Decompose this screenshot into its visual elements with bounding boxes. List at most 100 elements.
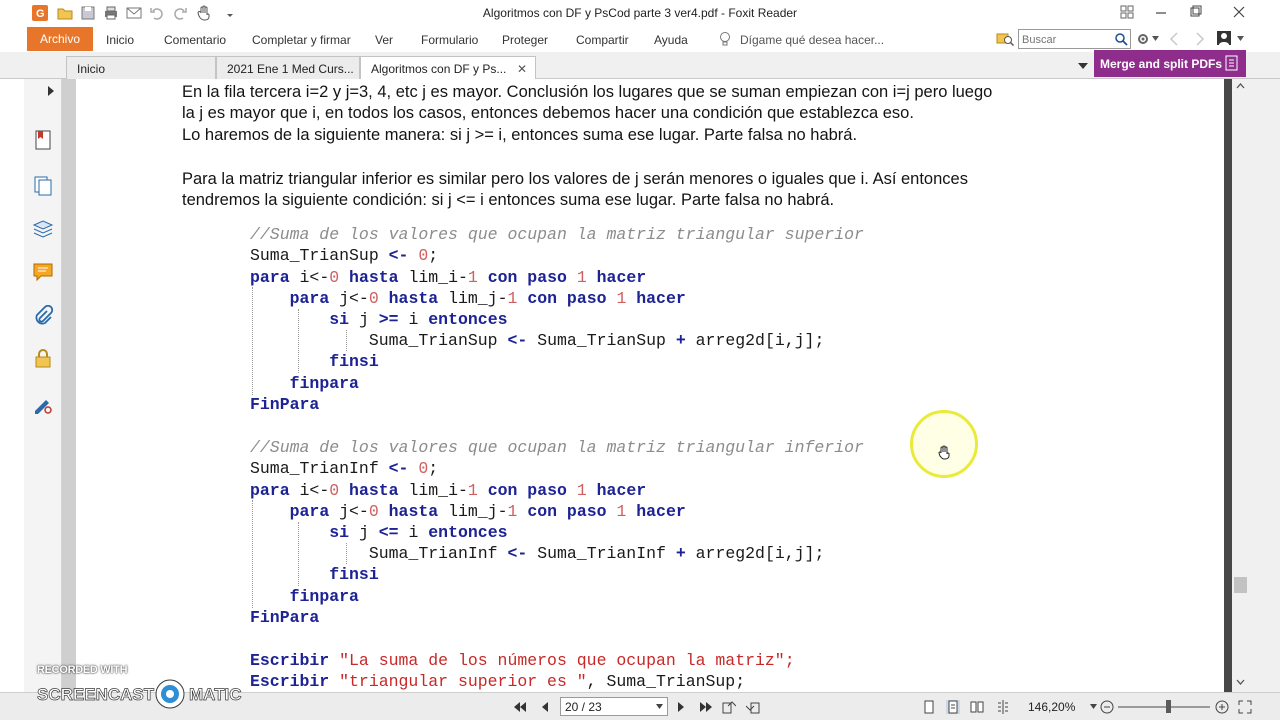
expand-panel-icon[interactable]: [47, 86, 55, 96]
pdf-page[interactable]: En la fila tercera i=2 y j=3, 4, etc j e…: [76, 79, 1224, 692]
search-settings-icon[interactable]: [1136, 32, 1150, 46]
search-next-icon[interactable]: [1194, 32, 1206, 46]
ribbon-options-icon[interactable]: [1114, 2, 1140, 22]
open-folder-icon[interactable]: [57, 5, 73, 21]
zoom-in-icon[interactable]: [1215, 700, 1229, 714]
right-panel-strip: [1249, 79, 1280, 692]
close-tab-icon[interactable]: ✕: [517, 62, 527, 76]
code-num: 0: [329, 268, 340, 287]
maximize-button[interactable]: [1182, 2, 1208, 22]
tabs-list-dropdown-icon[interactable]: [1077, 61, 1089, 71]
indent-guide: [298, 522, 299, 586]
close-button[interactable]: [1226, 2, 1252, 22]
zoom-slider-thumb[interactable]: [1166, 700, 1171, 713]
foxit-reader-window: G Algoritmos con DF y PsCod parte 3 ver4…: [0, 0, 1280, 720]
code-kw: con paso: [527, 289, 607, 308]
signature-icon[interactable]: [32, 393, 54, 415]
doc-tab-curso[interactable]: 2021 Ene 1 Med Curs...: [216, 56, 360, 79]
search-previous-icon[interactable]: [1168, 32, 1180, 46]
page-gutter: [62, 79, 76, 692]
search-box[interactable]: [1018, 29, 1131, 49]
security-lock-icon[interactable]: [32, 347, 54, 369]
layers-icon[interactable]: [32, 217, 54, 239]
code-kw: finsi: [329, 352, 379, 371]
tab-comentario[interactable]: Comentario: [164, 33, 226, 47]
redo-icon[interactable]: [172, 5, 188, 21]
doc-tab-label: Inicio: [77, 62, 106, 76]
doc-tab-algoritmos[interactable]: Algoritmos con DF y Ps... ✕: [360, 56, 536, 80]
code-kw: para: [250, 268, 290, 287]
zoom-dropdown-icon[interactable]: [1090, 704, 1097, 709]
code-text: i: [408, 523, 419, 542]
merge-and-split-button[interactable]: Merge and split PDFs: [1094, 50, 1246, 77]
code-line: finsi: [250, 564, 379, 585]
tab-proteger[interactable]: Proteger: [502, 33, 548, 47]
code-num: 1: [507, 502, 518, 521]
last-page-icon[interactable]: [698, 700, 712, 714]
tab-inicio[interactable]: Inicio: [106, 33, 134, 47]
code-kw: entonces: [428, 523, 508, 542]
user-dropdown-icon[interactable]: [1237, 36, 1244, 41]
code-line: si j <= i entonces: [250, 522, 508, 543]
search-dropdown-icon[interactable]: [1152, 36, 1159, 41]
find-tool-icon[interactable]: [996, 31, 1014, 47]
previous-view-icon[interactable]: [722, 700, 737, 714]
single-page-view-icon[interactable]: [922, 700, 936, 714]
search-input[interactable]: [1022, 32, 1114, 47]
code-kw: entonces: [428, 310, 508, 329]
page-thumbnails-icon[interactable]: [32, 175, 54, 197]
minimize-button[interactable]: [1148, 2, 1174, 22]
save-icon[interactable]: [80, 5, 96, 21]
tab-completar-y-firmar[interactable]: Completar y firmar: [252, 33, 351, 47]
code-comment-superior: //Suma de los valores que ocupan la matr…: [250, 224, 864, 245]
next-view-icon[interactable]: [745, 700, 760, 714]
scroll-up-icon[interactable]: [1236, 82, 1245, 89]
page-number-field[interactable]: 20 / 23: [560, 697, 668, 716]
scrollbar-thumb[interactable]: [1234, 577, 1247, 593]
next-page-icon[interactable]: [674, 700, 688, 714]
code-kw: >=: [378, 310, 399, 329]
user-account-icon[interactable]: [1216, 30, 1232, 46]
tab-ayuda[interactable]: Ayuda: [654, 33, 688, 47]
previous-page-icon[interactable]: [538, 700, 552, 714]
zoom-slider[interactable]: [1118, 706, 1210, 708]
tell-me-field[interactable]: Dígame qué desea hacer...: [740, 33, 884, 47]
continuous-page-view-icon[interactable]: [946, 700, 960, 714]
code-line: finsi: [250, 351, 379, 372]
hand-tool-icon[interactable]: [196, 5, 212, 21]
doc-tab-inicio[interactable]: Inicio: [66, 56, 216, 79]
vertical-scrollbar[interactable]: [1232, 79, 1249, 692]
tab-ver[interactable]: Ver: [375, 33, 393, 47]
bookmark-icon[interactable]: [32, 129, 54, 151]
fullscreen-icon[interactable]: [1238, 700, 1252, 714]
print-icon[interactable]: [103, 5, 119, 21]
page-dropdown-icon[interactable]: [656, 704, 663, 709]
facing-pages-view-icon[interactable]: [970, 700, 984, 714]
code-num: 0: [368, 502, 379, 521]
code-comment: //Suma de los valores que ocupan la matr…: [250, 438, 864, 457]
undo-icon[interactable]: [149, 5, 165, 21]
watermark-brand-left: SCREENCAST: [37, 685, 155, 704]
tab-compartir[interactable]: Compartir: [576, 33, 629, 47]
first-page-icon[interactable]: [514, 700, 528, 714]
code-kw: FinPara: [250, 608, 320, 627]
search-icon[interactable]: [1114, 32, 1128, 46]
code-text: lim_i-: [408, 268, 468, 287]
code-kw: con paso: [487, 268, 567, 287]
zoom-out-icon[interactable]: [1100, 700, 1114, 714]
ribbon-tabs: Archivo Inicio Comentario Completar y fi…: [0, 26, 1280, 52]
quick-access-dropdown-icon[interactable]: [222, 5, 233, 21]
scroll-down-icon[interactable]: [1236, 679, 1245, 686]
foxit-logo-icon[interactable]: G: [32, 5, 48, 21]
continuous-facing-view-icon[interactable]: [996, 700, 1010, 714]
code-text: lim_i-: [408, 481, 468, 500]
code-kw: <-: [507, 544, 528, 563]
code-line: para i<-0 hasta lim_i-1 con paso 1 hacer: [250, 480, 646, 501]
tab-formulario[interactable]: Formulario: [421, 33, 478, 47]
file-menu-button[interactable]: Archivo: [27, 27, 93, 51]
attachment-icon[interactable]: [32, 304, 54, 327]
merge-label: Merge and split PDFs: [1100, 56, 1223, 71]
email-icon[interactable]: [126, 5, 142, 21]
zoom-level[interactable]: 146,20%: [1028, 700, 1075, 714]
comments-icon[interactable]: [32, 261, 54, 283]
